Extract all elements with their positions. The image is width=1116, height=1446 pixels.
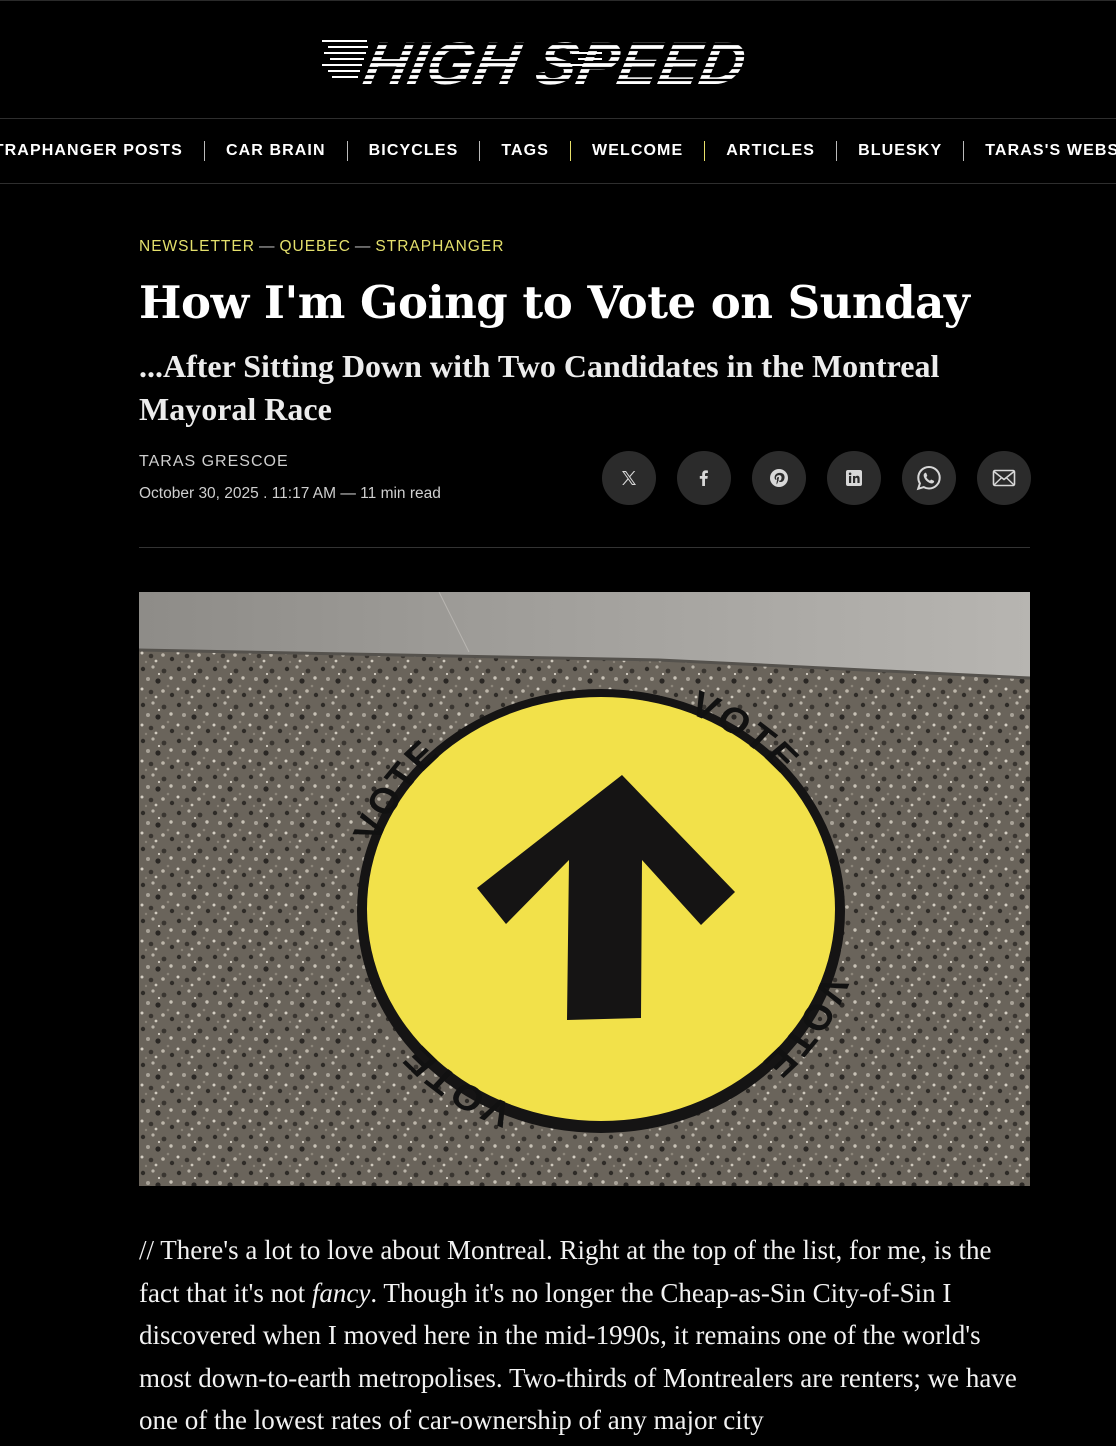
linkedin-icon: [846, 470, 862, 486]
nav-track: STRAPHANGER POSTS CAR BRAIN BICYCLES TAG…: [0, 119, 1116, 183]
site-header: HIGH SPEED: [0, 0, 1116, 118]
share-buttons: [602, 451, 1031, 505]
nav-item-car-brain[interactable]: CAR BRAIN: [205, 142, 347, 160]
vote-sticker-photo: VOTE VOTE VOTE VOTE: [139, 592, 1030, 1186]
article-subtitle: ...After Sitting Down with Two Candidate…: [139, 348, 940, 427]
vote-sticker: VOTE VOTE VOTE VOTE: [346, 684, 854, 1134]
read-time: 11 min read: [360, 485, 441, 502]
tag-separator: —: [258, 238, 276, 255]
author-name[interactable]: TARAS GRESCOE: [139, 453, 289, 471]
share-facebook-button[interactable]: [677, 451, 731, 505]
nav-item-bicycles[interactable]: BICYCLES: [348, 142, 480, 160]
feature-image: VOTE VOTE VOTE VOTE: [139, 592, 1030, 1186]
x-icon: [622, 471, 636, 485]
mail-icon: [992, 469, 1016, 487]
pinterest-icon: [770, 469, 788, 487]
logo-image: HIGH SPEED: [322, 34, 852, 90]
nav-item-taras-website[interactable]: TARAS'S WEBSITE: [964, 142, 1116, 160]
share-pinterest-button[interactable]: [752, 451, 806, 505]
whatsapp-icon: [916, 465, 941, 491]
tag-straphanger[interactable]: STRAPHANGER: [375, 238, 504, 255]
tag-newsletter[interactable]: NEWSLETTER: [139, 238, 255, 255]
share-linkedin-button[interactable]: [827, 451, 881, 505]
facebook-icon: [699, 470, 708, 486]
share-email-button[interactable]: [977, 451, 1031, 505]
share-x-button[interactable]: [602, 451, 656, 505]
body-text-emphasis: fancy: [311, 1277, 371, 1308]
article-meta: October 30, 2025 . 11:17 AM — 11 min rea…: [139, 485, 441, 503]
nav-item-bluesky[interactable]: BLUESKY: [837, 142, 963, 160]
article-title: How I'm Going to Vote on Sunday: [139, 276, 970, 329]
main-nav: STRAPHANGER POSTS CAR BRAIN BICYCLES TAG…: [0, 118, 1116, 184]
nav-item-straphanger-posts[interactable]: STRAPHANGER POSTS: [0, 142, 204, 160]
header-divider: [139, 547, 1030, 548]
tag-separator: —: [354, 238, 372, 255]
tag-quebec[interactable]: QUEBEC: [279, 238, 350, 255]
share-whatsapp-button[interactable]: [902, 451, 956, 505]
meta-separator: —: [340, 485, 356, 502]
article-tags: NEWSLETTER — QUEBEC — STRAPHANGER: [139, 238, 504, 256]
nav-item-welcome[interactable]: WELCOME: [571, 142, 704, 160]
nav-item-tags[interactable]: TAGS: [480, 142, 570, 160]
site-logo[interactable]: HIGH SPEED: [322, 34, 852, 90]
publish-date: October 30, 2025 . 11:17 AM: [139, 485, 337, 502]
article-body-paragraph: // There's a lot to love about Montreal.…: [139, 1229, 1030, 1442]
nav-item-articles[interactable]: ARTICLES: [705, 142, 836, 160]
